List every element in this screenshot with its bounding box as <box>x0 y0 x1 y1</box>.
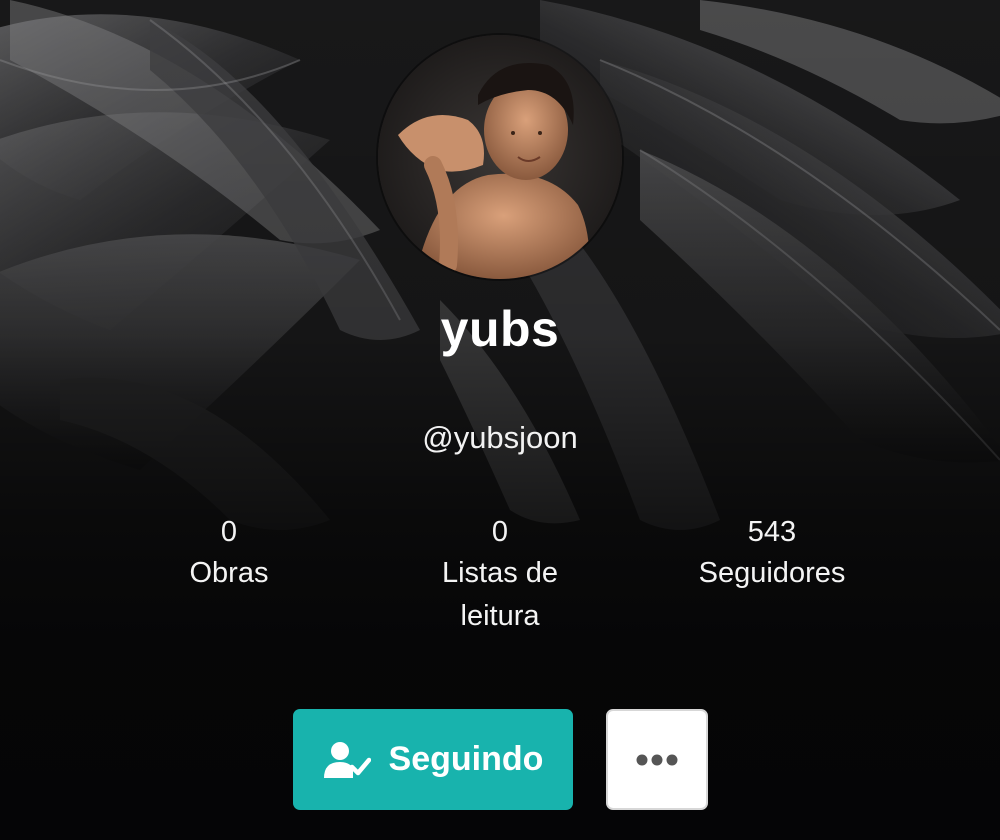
profile-photo <box>378 35 622 279</box>
stat-followers-count: 543 <box>747 516 797 548</box>
stat-followers[interactable]: 543 Seguidores <box>657 512 887 595</box>
username: @yubsjoon <box>422 420 578 455</box>
profile-header: yubs @yubsjoon 0 Obras 0 Listas de leitu… <box>0 0 1000 840</box>
stat-works-label: Obras <box>189 557 269 589</box>
stat-reading-lists-label: Listas de leitura <box>441 557 559 632</box>
stat-works[interactable]: 0 Obras <box>114 512 344 595</box>
more-dots-icon <box>636 754 678 765</box>
more-options-button[interactable] <box>606 709 708 810</box>
stat-works-count: 0 <box>220 516 238 548</box>
following-button-label: Seguindo <box>388 740 544 778</box>
stat-reading-lists[interactable]: 0 Listas de leitura <box>385 512 615 638</box>
stat-followers-label: Seguidores <box>698 557 846 589</box>
following-button[interactable]: Seguindo <box>293 709 573 810</box>
stat-reading-lists-count: 0 <box>491 516 509 548</box>
avatar[interactable] <box>378 35 622 279</box>
user-check-icon <box>323 741 371 778</box>
display-name: yubs <box>440 301 560 357</box>
